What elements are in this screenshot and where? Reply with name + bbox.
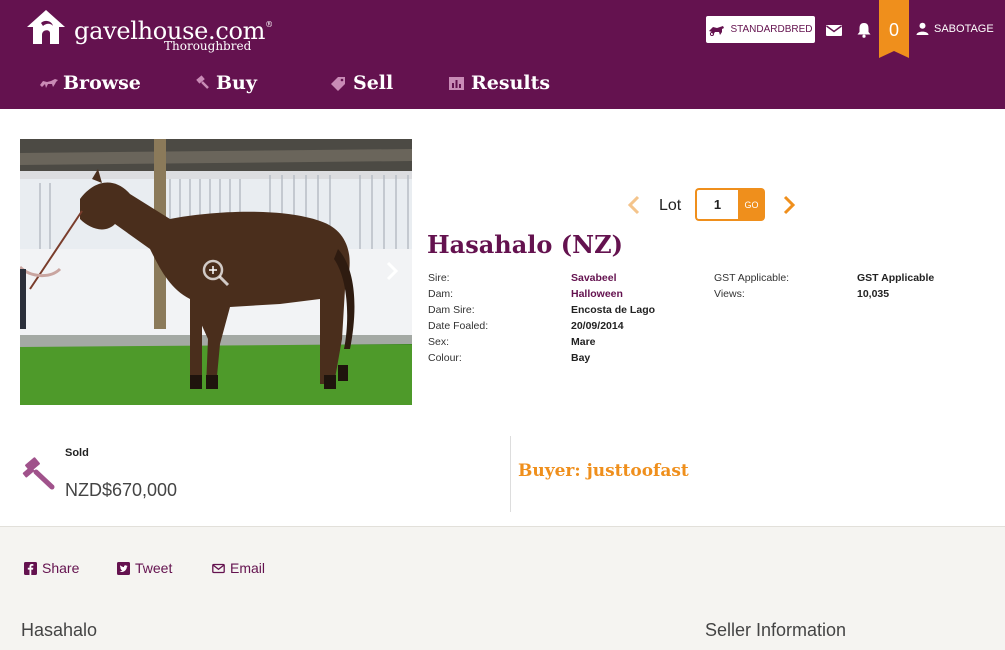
detail-label: Sire: [428, 272, 450, 284]
detail-value: Mare [571, 336, 596, 348]
lot-navigator: Lot GO [626, 188, 802, 222]
lot-go-button[interactable]: GO [738, 188, 765, 221]
divider [510, 436, 511, 512]
horse-section-title: Hasahalo [21, 620, 98, 640]
bar-chart-icon [449, 77, 464, 90]
next-lot-icon[interactable] [781, 194, 797, 216]
share-label: Share [42, 560, 80, 576]
email-label: Email [230, 560, 266, 576]
detail-label: GST Applicable: [714, 272, 790, 284]
share-facebook-link[interactable]: Share [24, 560, 79, 576]
main-nav: Browse Buy Sell Results [0, 70, 600, 102]
horse-icon [40, 79, 58, 88]
trotter-icon [709, 25, 725, 36]
mail-icon[interactable] [825, 22, 843, 38]
detail-label: Dam Sire: [428, 304, 475, 316]
sold-price: NZD$670,000 [65, 480, 178, 500]
detail-label: Dam: [428, 288, 454, 300]
detail-value: GST Applicable [857, 272, 935, 284]
bell-icon[interactable] [855, 22, 873, 38]
nav-results-label: Results [471, 72, 551, 94]
horse-photo[interactable] [20, 139, 412, 405]
tweet-label: Tweet [135, 560, 173, 576]
buyer-label: Buyer: justtoofast [518, 461, 689, 481]
standardbred-button[interactable]: STANDARDBRED [706, 16, 815, 43]
sire-link[interactable]: Savabeel [571, 272, 617, 284]
username-label: SABOTAGE [934, 22, 994, 35]
seller-information-title: Seller Information [705, 620, 847, 640]
nav-sell-label: Sell [353, 72, 394, 94]
detail-label: Date Foaled: [428, 320, 489, 332]
lot-number-input[interactable] [695, 188, 738, 221]
lot-label: Lot [659, 197, 682, 214]
detail-value: Encosta de Lago [571, 304, 656, 316]
top-header: gavelhouse.com® Thoroughbred STANDARDBRE… [0, 0, 1005, 109]
nav-buy[interactable]: Buy [192, 72, 257, 94]
site-logo[interactable]: gavelhouse.com® Thoroughbred [26, 9, 273, 57]
nav-browse[interactable]: Browse [39, 72, 141, 94]
detail-label: Colour: [428, 352, 462, 364]
nav-sell[interactable]: Sell [329, 72, 393, 94]
nav-browse-label: Browse [63, 72, 141, 94]
nav-results[interactable]: Results [447, 72, 550, 94]
sale-result: Sold NZD$670,000 Buyer: justtoofast [20, 436, 985, 512]
detail-label: Sex: [428, 336, 450, 348]
dam-link[interactable]: Halloween [571, 288, 623, 300]
detail-value: Bay [571, 352, 591, 364]
zoom-icon[interactable] [200, 257, 232, 289]
sold-status: Sold [65, 447, 89, 459]
nav-buy-label: Buy [216, 72, 257, 94]
user-menu[interactable]: SABOTAGE [916, 22, 994, 35]
horse-name: Hasahalo (NZ) [427, 230, 623, 259]
detail-value: 20/09/2014 [571, 320, 624, 332]
cart-count-badge[interactable]: 0 [879, 0, 909, 58]
share-email-link[interactable]: Email [212, 560, 265, 576]
previous-lot-icon[interactable] [626, 194, 642, 216]
envelope-icon [212, 563, 225, 573]
house-logo-icon [27, 10, 65, 44]
detail-label: Views: [714, 288, 745, 300]
photo-next-icon[interactable] [384, 259, 400, 283]
user-icon [916, 22, 929, 35]
info-panel: Share Tweet Email Hasahalo Seller Inform… [0, 526, 1005, 650]
gavel-icon [22, 457, 55, 490]
share-twitter-link[interactable]: Tweet [117, 560, 172, 576]
logo-subtitle: Thoroughbred [164, 39, 252, 53]
gavel-icon [196, 75, 209, 89]
standardbred-label: STANDARDBRED [730, 24, 813, 35]
detail-value: 10,035 [857, 288, 890, 300]
twitter-icon [117, 561, 130, 575]
facebook-icon [24, 561, 37, 575]
tag-icon [331, 77, 345, 91]
